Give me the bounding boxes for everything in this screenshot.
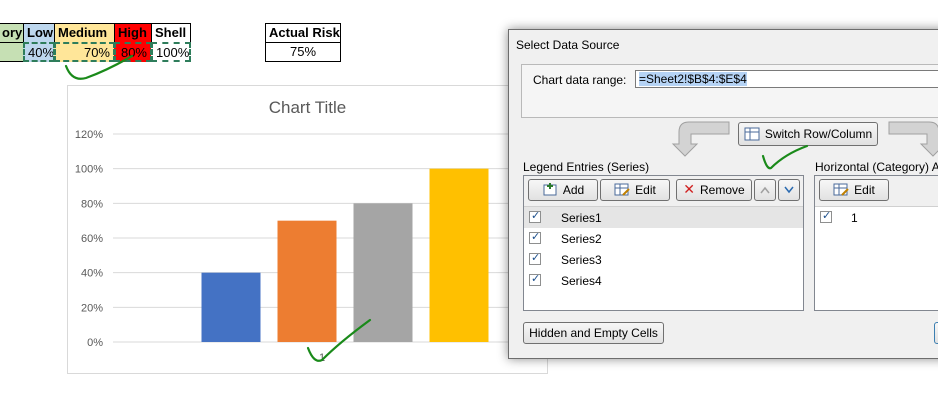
header-cell-shell[interactable]: Shell [151,23,191,43]
chevron-down-icon [784,186,794,194]
hidden-empty-cells-button[interactable]: Hidden and Empty Cells [523,322,664,344]
y-tick-label: 20% [81,302,103,314]
chevron-up-icon [760,186,770,194]
legend-entries-list: Add Edit ✕ Remove Series1 Series2 Series3 S… [523,175,804,311]
series-checkbox[interactable] [529,209,541,223]
value-cell-category[interactable] [0,42,24,62]
y-tick-label: 100% [75,164,103,176]
switch-row-column-label: Switch Row/Column [764,127,873,141]
series-checkbox[interactable] [529,272,541,286]
bar-series4[interactable] [429,168,489,342]
category-axis-list: Edit 1 [814,175,938,311]
y-tick-label: 120% [75,129,103,141]
y-tick-label: 80% [81,198,103,210]
switch-left-arrow-icon [671,121,730,157]
chart-data-range-input[interactable]: =Sheet2!$B$4:$E$4 [635,70,938,88]
remove-x-icon: ✕ [683,182,696,198]
series-list-item[interactable]: Series2 [524,228,803,249]
add-series-button[interactable]: Add [528,179,598,201]
y-tick-label: 40% [81,268,103,280]
header-cell-medium[interactable]: Medium [54,23,115,43]
annotation-check-switch [761,144,809,170]
header-cell-category[interactable]: ory [0,23,24,43]
series-label: Series1 [561,211,602,225]
remove-label: Remove [700,183,745,197]
series-checkbox[interactable] [529,230,541,244]
range-value: =Sheet2!$B$4:$E$4 [639,72,747,86]
dialog-titlebar: Select Data Source [509,30,938,61]
move-up-button[interactable] [754,179,776,201]
bar-series1[interactable] [201,272,261,342]
ok-button[interactable] [934,322,938,344]
add-label: Add [562,183,585,197]
header-cell-low[interactable]: Low [23,23,55,43]
edit-series-button[interactable]: Edit [600,179,670,201]
value-cell-shell[interactable]: 100% [151,42,191,62]
series-list-item[interactable]: Series3 [524,249,803,270]
axis-label: 1 [851,211,858,225]
switch-grid-icon [744,127,760,141]
axis-list-item[interactable]: 1 [815,207,938,228]
y-tick-label: 60% [81,233,103,245]
edit-axis-label: Edit [854,183,875,197]
legend-entries-label: Legend Entries (Series) [523,160,650,174]
annotation-check-chart [306,318,372,362]
header-cell-actual-risk[interactable]: Actual Risk [265,23,341,43]
annotation-check-cells [64,54,134,80]
series-checkbox[interactable] [529,251,541,265]
move-down-button[interactable] [778,179,800,201]
edit-axis-button[interactable]: Edit [819,179,889,201]
series-list-item[interactable]: Series1 [524,207,803,228]
hidden-empty-cells-label: Hidden and Empty Cells [529,326,658,340]
edit-label: Edit [635,183,656,197]
edit-icon [614,183,630,196]
edit-axis-icon [833,183,849,196]
series-label: Series2 [561,232,602,246]
series-list-item[interactable]: Series4 [524,270,803,291]
header-cell-high[interactable]: High [114,23,152,43]
remove-series-button[interactable]: ✕ Remove [676,179,752,201]
switch-right-arrow-icon [888,121,938,157]
value-cell-actual-risk[interactable]: 75% [265,42,341,62]
select-data-source-dialog: Select Data Source Chart data range: =Sh… [508,29,938,359]
series-label: Series4 [561,274,602,288]
series-label: Series3 [561,253,602,267]
axis-checkbox[interactable] [820,209,832,223]
y-tick-label: 0% [87,337,103,349]
add-icon [543,183,557,196]
axis-toolbar: Edit [815,176,938,207]
dialog-title: Select Data Source [516,38,620,52]
value-cell-low[interactable]: 40% [23,42,55,62]
chart-data-range-label: Chart data range: [533,73,627,87]
horizontal-axis-label: Horizontal (Category) Ax [815,160,938,174]
legend-toolbar: Add Edit ✕ Remove [524,176,803,207]
